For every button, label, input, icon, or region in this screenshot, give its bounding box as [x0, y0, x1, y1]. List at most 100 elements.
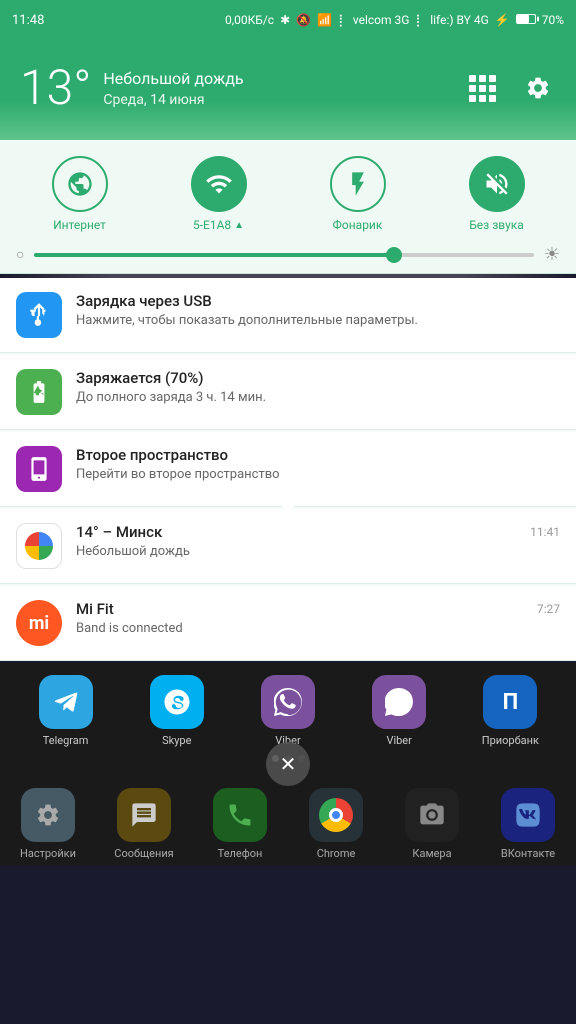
telegram-label: Telegram — [43, 734, 89, 747]
dock-settings[interactable]: Настройки — [3, 788, 93, 860]
close-notification-button[interactable]: ✕ — [266, 742, 310, 786]
data-speed: 0,00КБ/с — [225, 13, 274, 27]
tile-silent-label: Без звука — [469, 218, 524, 232]
vk-dock-label: ВКонтакте — [501, 847, 555, 860]
notif-mifit[interactable]: mi Mi Fit Band is connected 7:27 — [0, 586, 576, 661]
viber2-icon — [372, 675, 426, 729]
notif-space[interactable]: Второе пространство Перейти во второе пр… — [0, 432, 576, 507]
notif-mifit-title: Mi Fit — [76, 600, 523, 618]
tile-silent[interactable]: Без звука — [457, 156, 537, 232]
priorbank-label: Приорбанк — [482, 734, 539, 747]
weather-date: Среда, 14 июня — [103, 92, 243, 108]
quick-settings: Интернет 5-E1A8 ▲ Фонарик — [0, 140, 576, 274]
quick-tiles-row: Интернет 5-E1A8 ▲ Фонарик — [0, 156, 576, 232]
messages-dock-label: Сообщения — [114, 847, 173, 860]
brightness-slider-row: ○ ☀ — [0, 244, 576, 265]
dock-chrome[interactable]: Chrome — [291, 788, 381, 860]
dock-messages[interactable]: Сообщения — [99, 788, 189, 860]
dock-camera[interactable]: Камера — [387, 788, 477, 860]
notif-battery-desc: До полного заряда 3 ч. 14 мин. — [76, 390, 560, 405]
operator1: velcom 3G — [353, 13, 410, 27]
vk-dock-icon — [501, 788, 555, 842]
tile-internet[interactable]: Интернет — [40, 156, 120, 232]
apps-grid-button[interactable] — [464, 70, 500, 106]
messages-dock-icon — [117, 788, 171, 842]
notif-usb-icon — [16, 292, 62, 338]
battery-icon — [516, 13, 536, 27]
header-actions — [464, 70, 556, 106]
weather-header: 13° Небольшой дождь Среда, 14 июня — [0, 40, 576, 140]
notif-usb[interactable]: Зарядка через USB Нажмите, чтобы показат… — [0, 278, 576, 353]
panel-divider — [0, 274, 576, 278]
app-priorbank[interactable]: П Приорбанк — [465, 675, 555, 747]
viber2-label: Viber — [386, 734, 411, 747]
tile-wifi-circle — [191, 156, 247, 212]
viber1-icon — [261, 675, 315, 729]
tile-internet-circle — [52, 156, 108, 212]
app-viber1[interactable]: Viber — [243, 675, 333, 747]
settings-dock-label: Настройки — [20, 847, 76, 860]
notif-google-time: 11:41 — [530, 523, 560, 539]
tile-wifi[interactable]: 5-E1A8 ▲ — [179, 156, 259, 232]
notif-google-icon — [16, 523, 62, 569]
telegram-icon — [39, 675, 93, 729]
tile-flashlight-label: Фонарик — [333, 218, 383, 232]
chrome-dock-label: Chrome — [317, 847, 356, 860]
notif-google-desc: Небольшой дождь — [76, 544, 516, 559]
notif-space-icon — [16, 446, 62, 492]
notif-usb-title: Зарядка через USB — [76, 292, 560, 310]
tile-internet-label: Интернет — [53, 218, 106, 232]
app-skype[interactable]: Skype — [132, 675, 222, 747]
notif-battery-icon — [16, 369, 62, 415]
brightness-max-icon: ☀ — [544, 244, 560, 265]
priorbank-icon: П — [483, 675, 537, 729]
notif-space-title: Второе пространство — [76, 446, 560, 464]
mute-icon: 🔕 — [296, 13, 311, 27]
weather-info: Небольшой дождь Среда, 14 июня — [103, 69, 243, 108]
camera-dock-icon — [405, 788, 459, 842]
skype-label: Skype — [162, 734, 191, 747]
operator2: life:) BY 4G — [430, 13, 489, 27]
phone-dock-label: Телефон — [218, 847, 263, 860]
tile-silent-circle — [469, 156, 525, 212]
phone-dock-icon — [213, 788, 267, 842]
wifi-icon: 📶 — [317, 13, 332, 27]
notif-google[interactable]: 14° – Минск Небольшой дождь 11:41 — [0, 509, 576, 584]
app-viber2[interactable]: Viber — [354, 675, 444, 747]
brightness-slider[interactable] — [34, 253, 533, 257]
settings-button[interactable] — [520, 70, 556, 106]
signal-icon2: ⡇ — [415, 13, 424, 27]
tile-flashlight-circle — [330, 156, 386, 212]
notif-usb-content: Зарядка через USB Нажмите, чтобы показат… — [76, 292, 560, 328]
dock-vk[interactable]: ВКонтакте — [483, 788, 573, 860]
weather-left: 13° Небольшой дождь Среда, 14 июня — [20, 64, 244, 112]
tile-flashlight[interactable]: Фонарик — [318, 156, 398, 232]
notif-space-desc: Перейти во второе пространство — [76, 467, 560, 482]
notif-google-title: 14° – Минск — [76, 523, 516, 541]
skype-icon — [150, 675, 204, 729]
notifications-list: Зарядка через USB Нажмите, чтобы показат… — [0, 278, 576, 661]
status-time: 11:48 — [12, 13, 44, 28]
weather-description: Небольшой дождь — [103, 69, 243, 88]
notif-mifit-icon: mi — [16, 600, 62, 646]
dock-phone[interactable]: Телефон — [195, 788, 285, 860]
notif-battery-title: Заряжается (70%) — [76, 369, 560, 387]
bottom-dock: Настройки Сообщения Телефон Chrome — [0, 778, 576, 866]
notif-mifit-content: Mi Fit Band is connected — [76, 600, 523, 636]
notif-mifit-time: 7:27 — [537, 600, 560, 616]
notif-mifit-desc: Band is connected — [76, 621, 523, 636]
home-apps-row: Telegram Skype Viber — [0, 675, 576, 747]
brightness-min-icon: ○ — [16, 246, 24, 263]
temperature: 13° — [20, 64, 91, 112]
tile-wifi-sublabel: 5-E1A8 ▲ — [193, 218, 244, 232]
notif-space-content: Второе пространство Перейти во второе пр… — [76, 446, 560, 482]
app-telegram[interactable]: Telegram — [21, 675, 111, 747]
notif-usb-desc: Нажмите, чтобы показать дополнительные п… — [76, 313, 560, 328]
status-right: 0,00КБ/с ✱ 🔕 📶 ⡇ velcom 3G ⡇ life:) BY 4… — [225, 13, 564, 27]
charging-icon: ⚡ — [495, 13, 510, 27]
camera-dock-label: Камера — [412, 847, 451, 860]
battery-percent: 70% — [542, 13, 564, 27]
chrome-dock-icon — [309, 788, 363, 842]
signal-icon: ⡇ — [338, 13, 347, 27]
notif-battery[interactable]: Заряжается (70%) До полного заряда 3 ч. … — [0, 355, 576, 430]
